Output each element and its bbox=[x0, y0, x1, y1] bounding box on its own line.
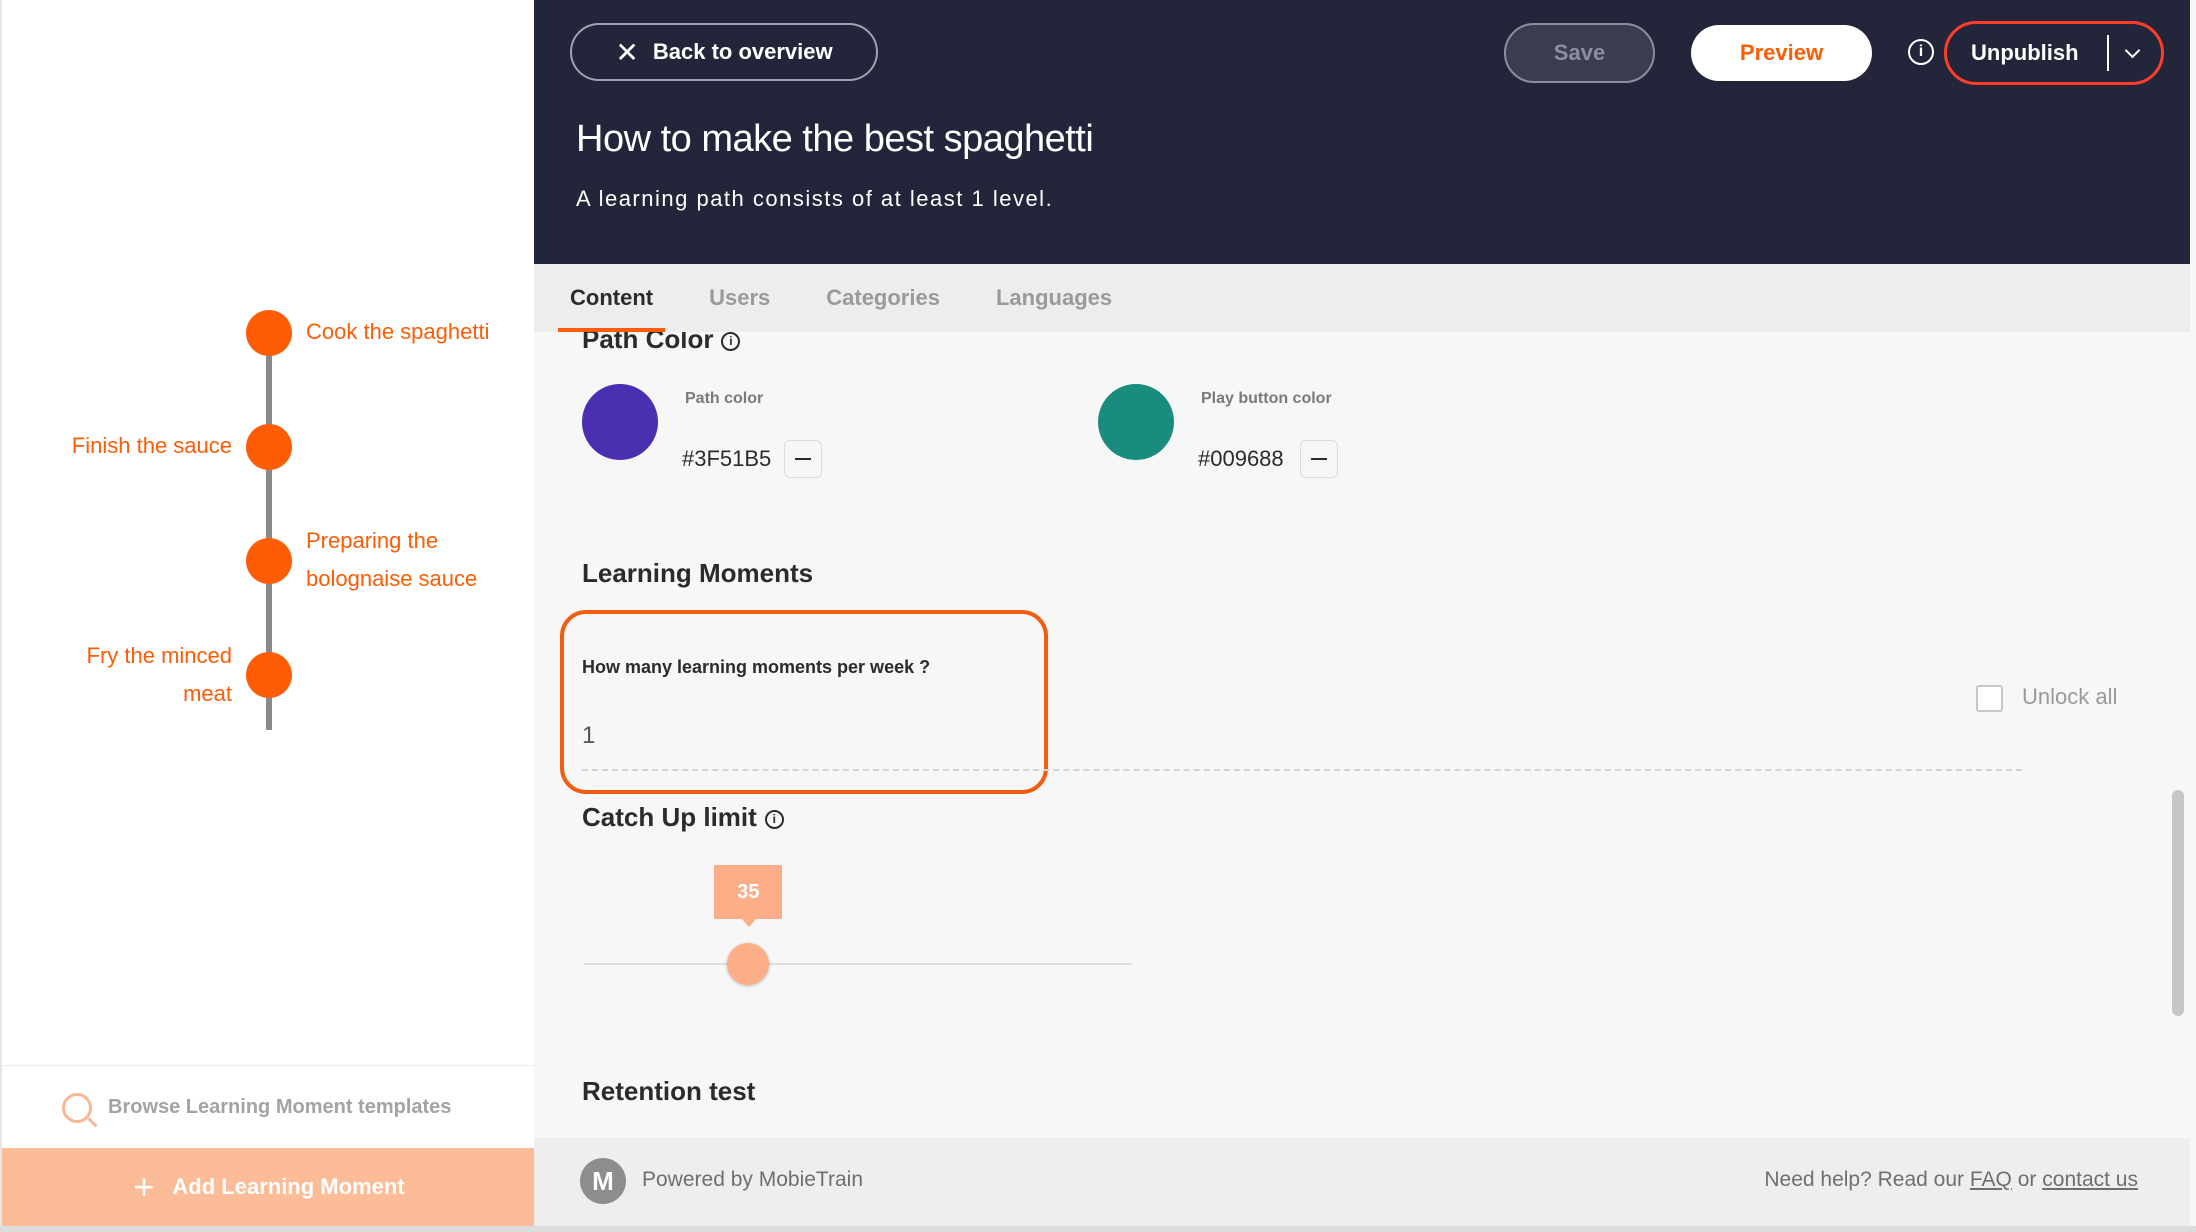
help-text: Need help? Read our FAQ or contact us bbox=[1764, 1168, 2138, 1192]
powered-by-text: Powered by MobieTrain bbox=[642, 1168, 863, 1191]
play-button-color-label: Play button color bbox=[1201, 390, 1332, 407]
unpublish-divider bbox=[2107, 35, 2109, 71]
path-color-title: Path Color bbox=[582, 332, 714, 354]
path-item-label-1[interactable]: Cook the spaghetti bbox=[306, 313, 489, 351]
info-icon[interactable]: i bbox=[1908, 39, 1934, 65]
path-color-swatch[interactable] bbox=[582, 384, 658, 460]
play-button-color-swatch[interactable] bbox=[1098, 384, 1174, 460]
path-item-label-4-line2: meat bbox=[183, 681, 232, 706]
path-node-3[interactable] bbox=[246, 538, 292, 584]
unpublish-label: Unpublish bbox=[1971, 40, 2079, 65]
catch-up-slider-track[interactable] bbox=[584, 963, 1132, 965]
chevron-down-icon[interactable] bbox=[2124, 42, 2141, 58]
browse-templates-link[interactable]: Browse Learning Moment templates bbox=[2, 1065, 536, 1149]
catch-up-limit-title: Catch Up limit bbox=[582, 802, 757, 832]
mobietrain-logo: M bbox=[580, 1158, 626, 1204]
path-color-hex: #3F51B5 bbox=[682, 446, 772, 471]
path-item-label-2[interactable]: Finish the sauce bbox=[72, 427, 232, 465]
path-node-1[interactable] bbox=[246, 310, 292, 356]
tab-users[interactable]: Users bbox=[709, 264, 770, 332]
faq-link[interactable]: FAQ bbox=[1970, 1168, 2012, 1191]
preview-button[interactable]: Preview bbox=[1691, 25, 1872, 81]
catch-up-slider-handle[interactable] bbox=[727, 943, 770, 985]
close-icon: ✕ bbox=[615, 36, 639, 68]
play-button-color-remove-button[interactable] bbox=[1300, 440, 1338, 478]
content-panel: Path Color i Path color #3F51B5 Play butt… bbox=[534, 332, 2166, 1138]
input-underline bbox=[582, 769, 2022, 771]
learning-moments-per-week-label: How many learning moments per week ? bbox=[582, 657, 931, 677]
footer: M Powered by MobieTrain Need help? Read … bbox=[534, 1138, 2190, 1226]
info-icon[interactable]: i bbox=[721, 332, 741, 351]
minus-icon bbox=[795, 458, 811, 460]
path-color-label: Path color bbox=[685, 390, 764, 407]
path-color-remove-button[interactable] bbox=[784, 440, 822, 478]
page-subtitle: A learning path consists of at least 1 l… bbox=[576, 186, 1054, 211]
scrollbar[interactable] bbox=[2172, 790, 2184, 1016]
tab-languages[interactable]: Languages bbox=[996, 264, 1112, 332]
learning-moments-heading: Learning Moments bbox=[582, 558, 814, 588]
path-node-4[interactable] bbox=[246, 652, 292, 698]
tab-categories[interactable]: Categories bbox=[826, 264, 940, 332]
search-icon bbox=[62, 1092, 92, 1123]
path-color-heading: Path Color i bbox=[582, 332, 741, 355]
back-to-overview-button[interactable]: ✕ Back to overview bbox=[570, 23, 878, 81]
help-prefix: Need help? Read our bbox=[1764, 1168, 1965, 1191]
page-title: How to make the best spaghetti bbox=[576, 118, 1094, 160]
learning-moments-per-week-input[interactable]: 1 bbox=[582, 722, 595, 750]
path-item-label-3[interactable]: Preparing the bolognaise sauce bbox=[306, 522, 477, 598]
path-node-2[interactable] bbox=[246, 424, 292, 470]
window-bottom-edge bbox=[0, 1226, 2196, 1232]
contact-us-link[interactable]: contact us bbox=[2042, 1168, 2138, 1191]
unlock-all-label[interactable]: Unlock all bbox=[2022, 684, 2117, 710]
path-item-label-4[interactable]: Fry the minced meat bbox=[87, 637, 233, 713]
retention-test-heading: Retention test bbox=[582, 1076, 756, 1106]
path-item-label-3-line2: bolognaise sauce bbox=[306, 566, 478, 591]
minus-icon bbox=[1311, 458, 1327, 460]
help-or: or bbox=[2017, 1168, 2037, 1191]
tab-bar: Content Users Categories Languages bbox=[534, 264, 2190, 332]
save-button[interactable]: Save bbox=[1504, 23, 1655, 83]
catch-up-limit-heading: Catch Up limit i bbox=[582, 802, 784, 833]
unlock-all-checkbox[interactable] bbox=[1976, 685, 2003, 712]
unpublish-button[interactable]: Unpublish bbox=[1944, 21, 2164, 85]
browse-templates-label: Browse Learning Moment templates bbox=[108, 1096, 452, 1118]
add-learning-moment-label: Add Learning Moment bbox=[172, 1174, 405, 1199]
info-icon[interactable]: i bbox=[764, 809, 784, 829]
play-button-color-hex: #009688 bbox=[1198, 446, 1284, 471]
catch-up-slider-value: 35 bbox=[714, 865, 783, 927]
add-learning-moment-button[interactable]: + Add Learning Moment bbox=[2, 1148, 536, 1226]
editor-header: ✕ Back to overview Save Preview i Unpubl… bbox=[534, 0, 2190, 264]
back-to-overview-label: Back to overview bbox=[652, 39, 833, 64]
plus-icon: + bbox=[133, 1166, 155, 1207]
path-item-label-4-line1: Fry the minced bbox=[86, 643, 233, 668]
learning-moments-highlight bbox=[560, 610, 1048, 794]
path-item-label-3-line1: Preparing the bbox=[306, 528, 439, 553]
sidebar: Cook the spaghetti Finish the sauce Prep… bbox=[0, 0, 536, 1232]
tab-content[interactable]: Content bbox=[557, 264, 666, 332]
